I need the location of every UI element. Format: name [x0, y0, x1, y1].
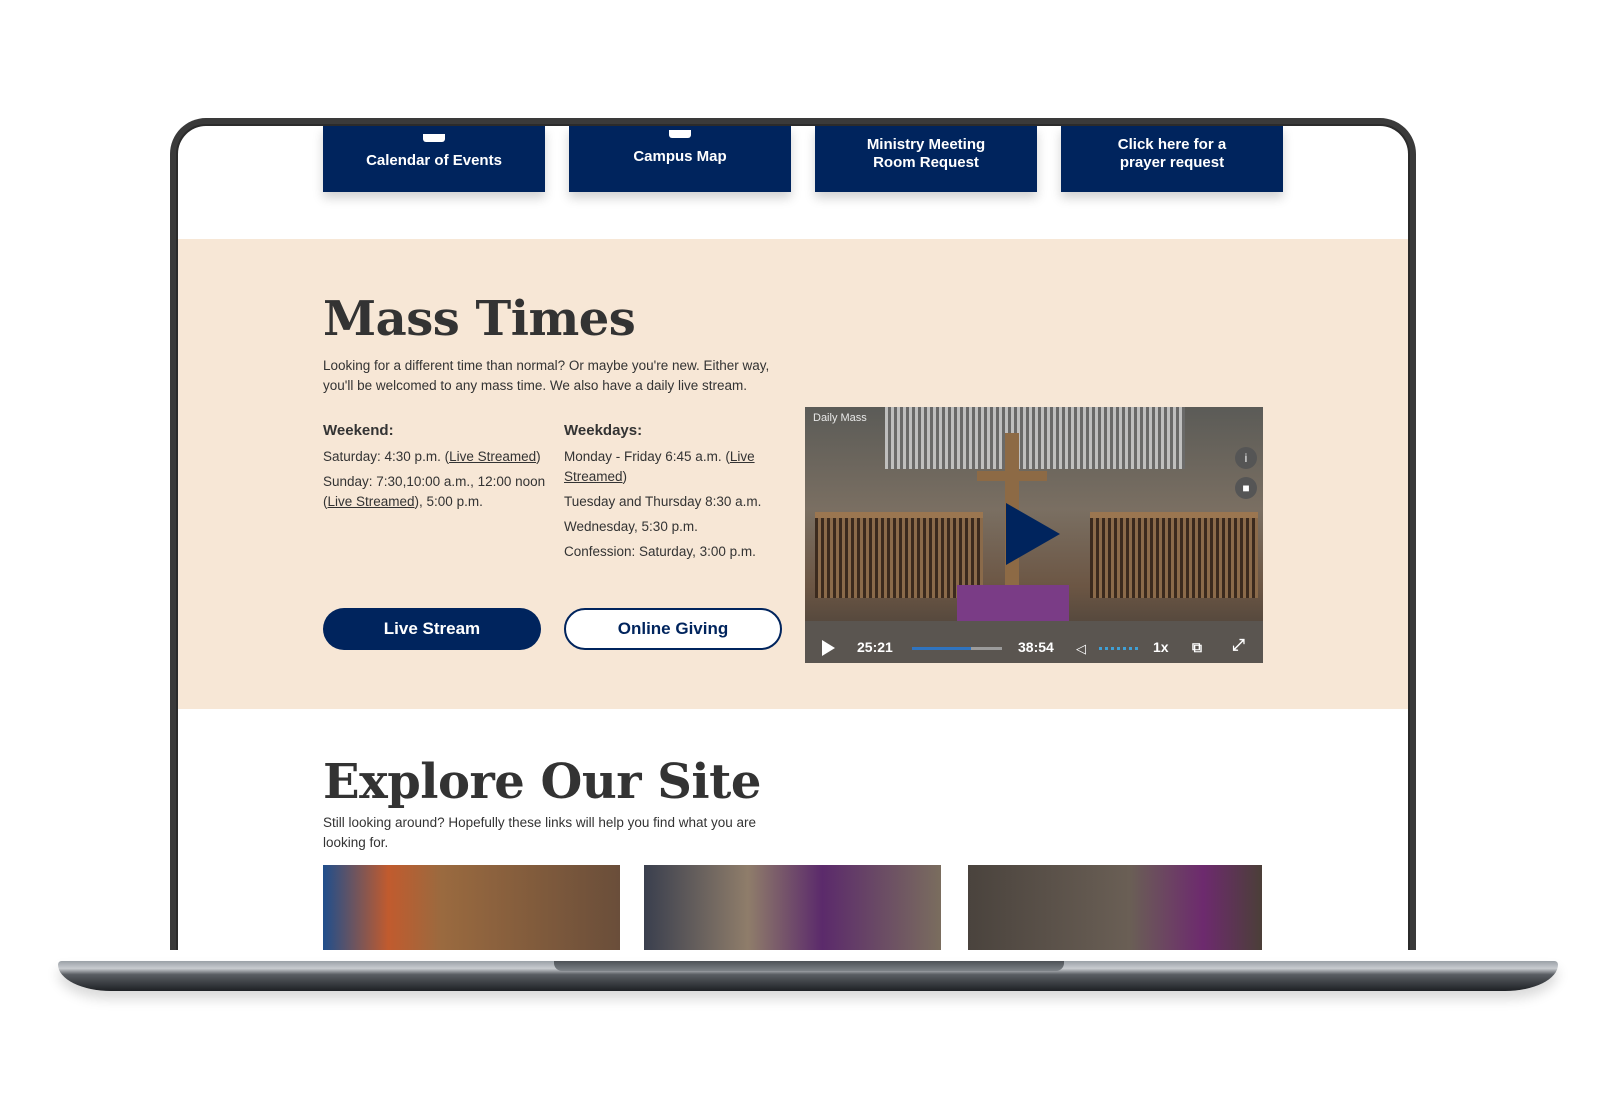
saturday-time: Saturday: 4:30 p.m. (Live Streamed) [323, 447, 548, 467]
online-giving-button[interactable]: Online Giving [564, 608, 782, 650]
explore-card-image-2[interactable] [644, 865, 941, 950]
tile-label-line2: prayer request [1119, 154, 1225, 171]
sunday-suffix: ), 5:00 p.m. [414, 494, 483, 509]
laptop-notch [554, 961, 1064, 971]
wednesday-time: Wednesday, 5:30 p.m. [564, 519, 698, 534]
sunday-live-link[interactable]: Live Streamed [328, 494, 415, 509]
video-screen-right [1090, 512, 1258, 598]
video-player[interactable]: Daily Mass i ■ 25:21 38:54 ◁ 1x ⧉ ⤢ [805, 407, 1263, 663]
volume-icon[interactable]: ◁ [1076, 641, 1086, 657]
explore-card-image-3[interactable] [968, 865, 1262, 950]
live-stream-button[interactable]: Live Stream [323, 608, 541, 650]
tile-label: Calendar of Events [366, 152, 502, 169]
weekdays-schedule: Monday - Friday 6:45 a.m. (Live Streamed… [564, 447, 764, 567]
volume-slider[interactable] [1099, 647, 1139, 650]
play-icon[interactable] [1006, 503, 1060, 565]
monday-friday-suffix: ) [622, 469, 628, 484]
mass-times-intro: Looking for a different time than normal… [323, 358, 770, 393]
confession-time: Confession: Saturday, 3:00 p.m. [564, 544, 756, 559]
explore-card-image-1[interactable] [323, 865, 620, 950]
tile-label: Campus Map [633, 148, 727, 165]
tile-prayer-request[interactable]: Click here for a prayer request [1061, 126, 1283, 192]
progress-bar[interactable] [912, 647, 1002, 650]
laptop-screen: Calendar of Events Campus Map Ministry M… [178, 126, 1408, 950]
cast-icon[interactable]: ⧉ [1192, 639, 1202, 656]
mass-times-title: Mass Times [323, 291, 636, 347]
video-controls: 25:21 38:54 ◁ 1x ⧉ ⤢ [805, 633, 1263, 663]
explore-intro: Still looking around? Hopefully these li… [323, 815, 756, 850]
playback-speed[interactable]: 1x [1153, 639, 1169, 655]
tile-label-line2: Room Request [873, 154, 979, 171]
saturday-suffix: ) [536, 449, 541, 464]
calendar-icon [423, 134, 445, 142]
weekend-heading: Weekend: [323, 422, 394, 439]
collection-icon[interactable]: ■ [1235, 477, 1257, 499]
duration: 38:54 [1018, 639, 1054, 655]
tile-ministry-room-request[interactable]: Ministry Meeting Room Request [815, 126, 1037, 192]
tile-calendar-of-events[interactable]: Calendar of Events [323, 126, 545, 192]
quick-links: Calendar of Events Campus Map Ministry M… [323, 126, 1283, 192]
current-time: 25:21 [857, 639, 893, 655]
crucifix-bar [977, 471, 1047, 481]
control-play-icon[interactable] [822, 640, 835, 656]
mass-times-section: Mass Times Looking for a different time … [178, 239, 1408, 709]
monday-friday-text: Monday - Friday 6:45 a.m. ( [564, 449, 730, 464]
monday-friday-time: Monday - Friday 6:45 a.m. (Live Streamed… [564, 447, 764, 487]
info-icon[interactable]: i [1235, 447, 1257, 469]
progress-fill [912, 647, 971, 650]
video-title: Daily Mass [813, 412, 867, 424]
saturday-text: Saturday: 4:30 p.m. ( [323, 449, 450, 464]
saturday-live-link[interactable]: Live Streamed [449, 449, 536, 464]
organ-pipes [885, 407, 1185, 469]
tue-thu-time: Tuesday and Thursday 8:30 a.m. [564, 494, 762, 509]
tile-label-line1: Ministry Meeting [866, 136, 986, 153]
map-icon [669, 130, 691, 138]
weekend-schedule: Saturday: 4:30 p.m. (Live Streamed) Sund… [323, 447, 548, 517]
fullscreen-icon[interactable]: ⤢ [1232, 637, 1245, 655]
tile-campus-map[interactable]: Campus Map [569, 126, 791, 192]
sunday-time: Sunday: 7:30,10:00 a.m., 12:00 noon (Liv… [323, 472, 548, 512]
weekdays-heading: Weekdays: [564, 422, 643, 439]
tile-label-line1: Click here for a [1117, 136, 1227, 153]
explore-title: Explore Our Site [323, 754, 761, 810]
